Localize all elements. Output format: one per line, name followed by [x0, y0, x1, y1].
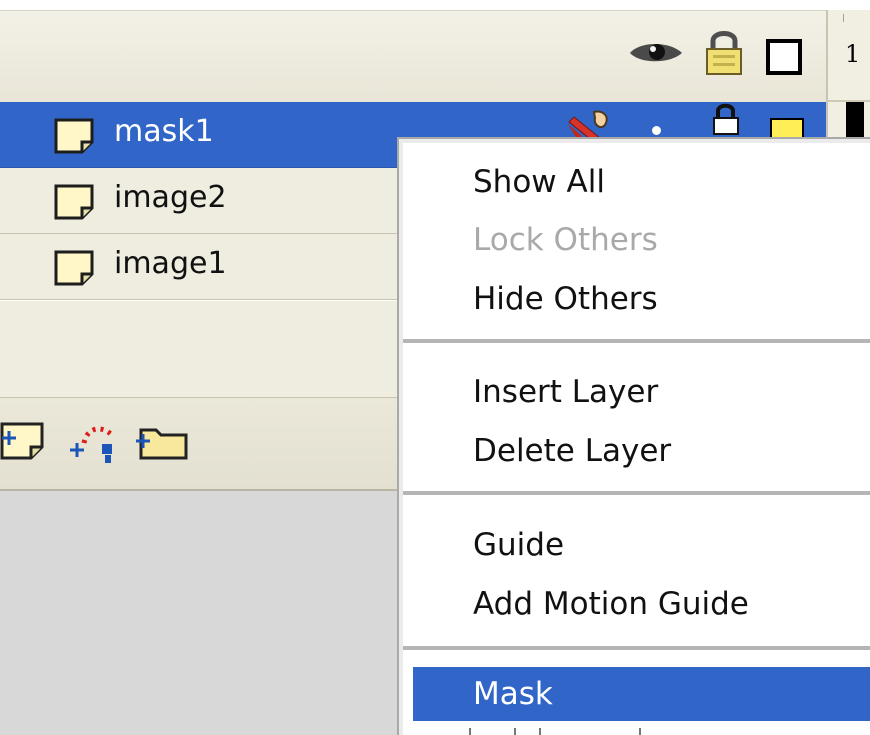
menu-separator [403, 339, 870, 344]
outline-icon[interactable] [766, 39, 802, 75]
layer-page-icon [54, 250, 94, 286]
layer-context-menu: Show All Lock Others Hide Others Insert … [399, 139, 870, 735]
menu-hide-others[interactable]: Hide Others [403, 272, 870, 326]
add-motion-guide-icon[interactable] [62, 420, 124, 466]
layer-name: image2 [114, 180, 227, 215]
menu-show-all[interactable]: Show All [403, 155, 870, 209]
top-strip [0, 0, 870, 10]
flash-timeline-screen: 1 mask1 image2 image1 Show All Lock Othe… [0, 0, 870, 735]
frame-tick [843, 14, 844, 22]
eye-icon[interactable] [628, 38, 684, 66]
menu-mask[interactable]: Mask [413, 667, 870, 721]
lock-icon[interactable] [702, 28, 746, 76]
menu-separator [403, 646, 870, 651]
layer-page-icon [54, 118, 94, 154]
menu-guide[interactable]: Guide [403, 518, 870, 572]
layer-name: image1 [114, 246, 227, 281]
menu-delete-layer[interactable]: Delete Layer [403, 424, 870, 478]
menu-separator [403, 491, 870, 496]
dot-icon[interactable] [652, 126, 661, 135]
menu-insert-layer[interactable]: Insert Layer [403, 365, 870, 419]
insert-folder-icon[interactable] [134, 420, 190, 462]
layer-page-icon [54, 184, 94, 220]
row-lock-icon[interactable] [706, 102, 746, 138]
frame-number: 1 [845, 40, 861, 68]
menu-add-motion-guide[interactable]: Add Motion Guide [403, 577, 870, 631]
menu-lock-others: Lock Others [473, 222, 658, 258]
layer-name: mask1 [114, 114, 214, 149]
insert-layer-icon[interactable] [0, 420, 56, 462]
next-menu-item-peek [469, 728, 641, 735]
